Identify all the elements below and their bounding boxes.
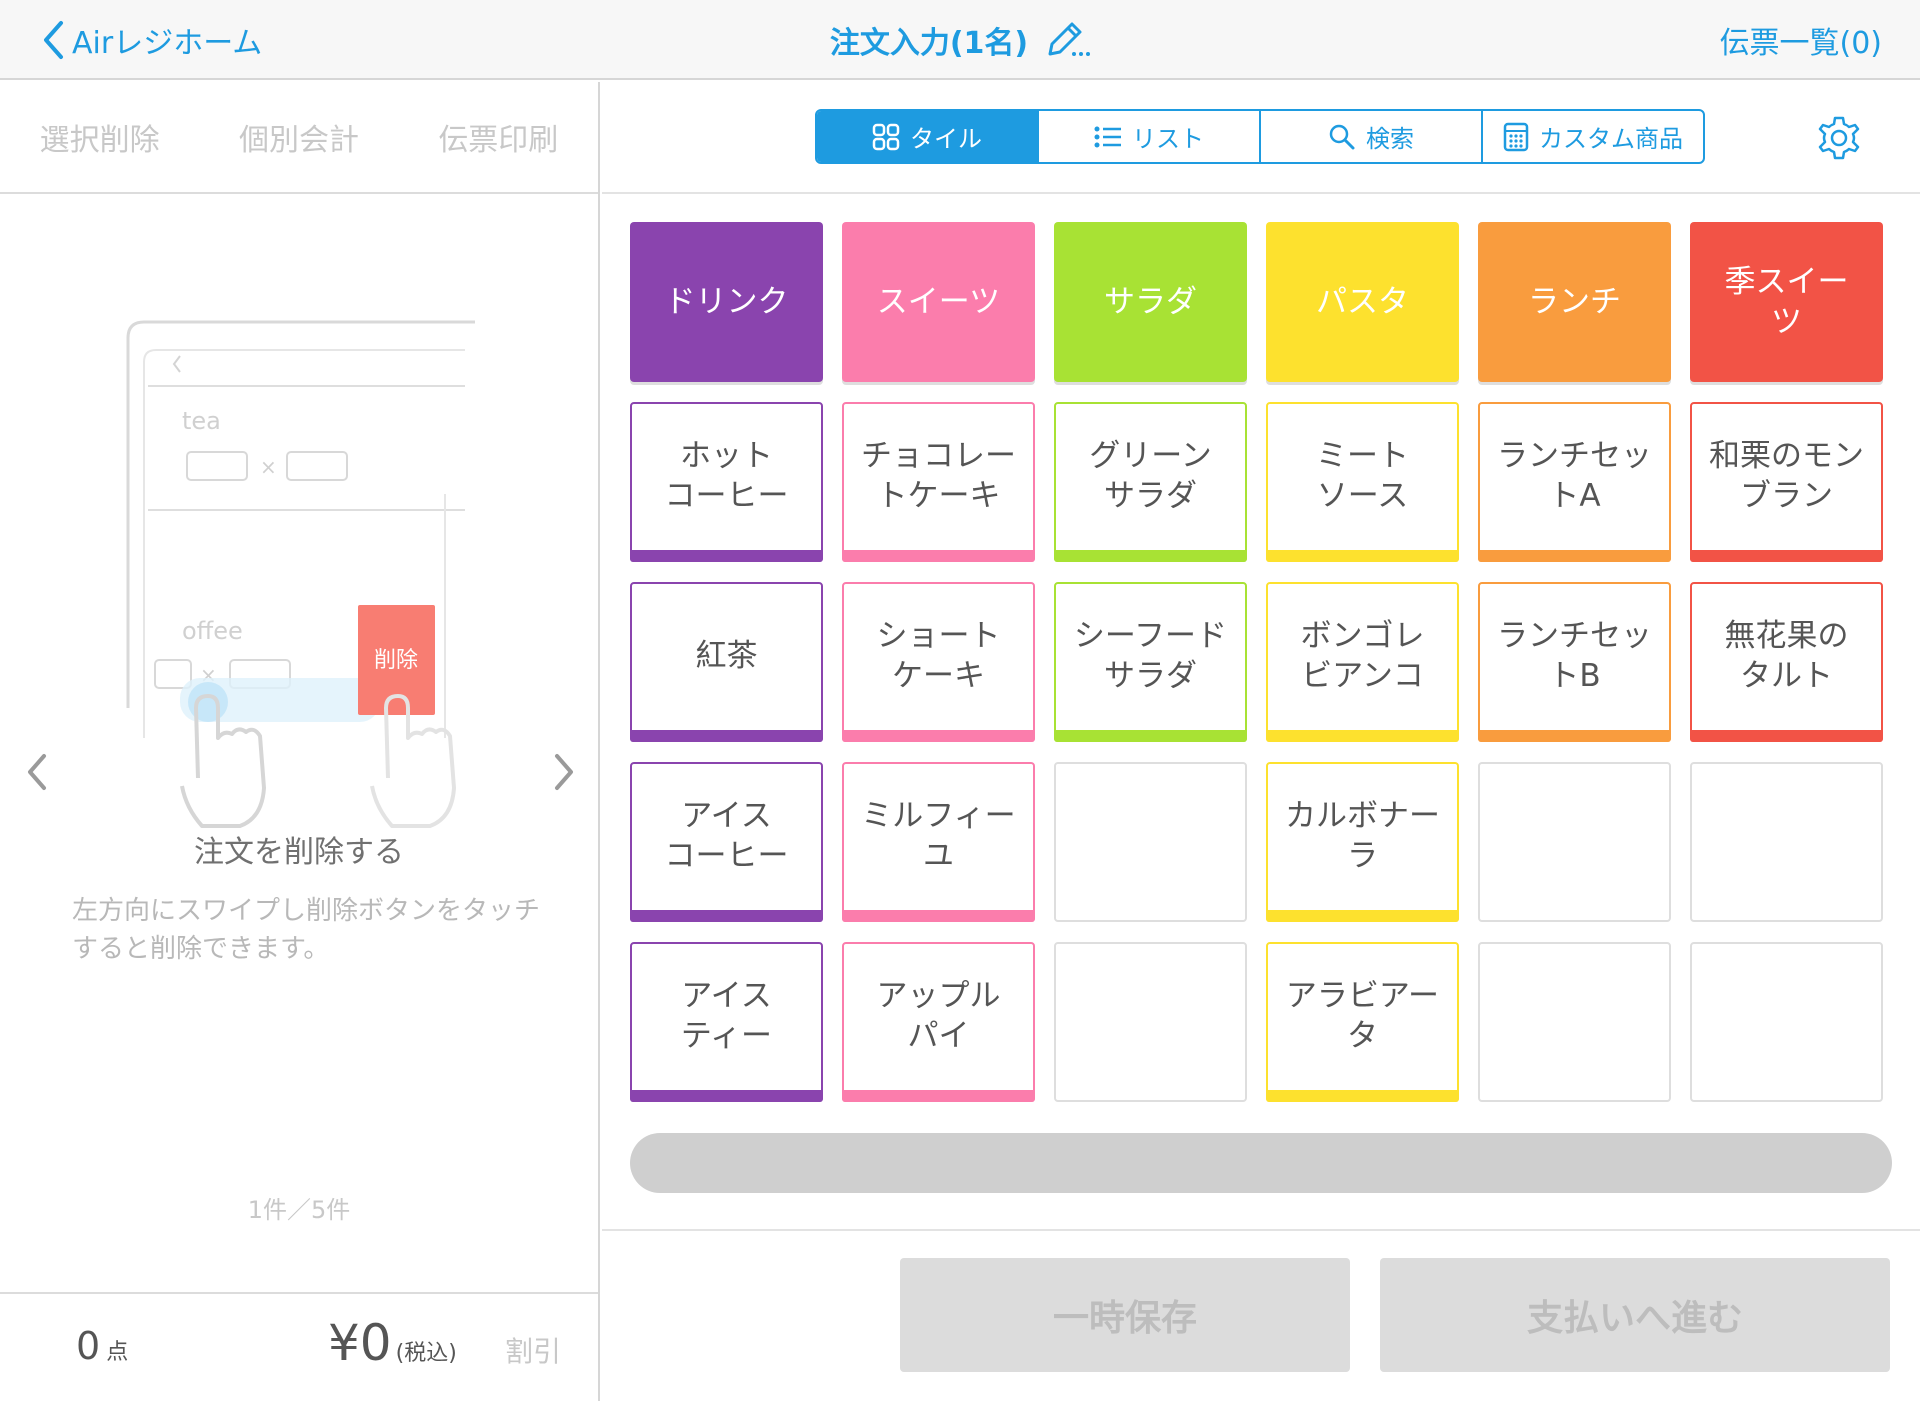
divider (602, 192, 1920, 194)
next-help-button[interactable] (545, 742, 585, 802)
product-tile-label: ホット コーヒー (664, 438, 789, 514)
category-tile-pasta[interactable]: パスタ (1266, 222, 1459, 382)
product-tile[interactable]: グリーン サラダ (1054, 402, 1247, 562)
product-tile-label: アラビアー タ (1285, 978, 1440, 1054)
empty-tile (1690, 942, 1883, 1102)
discount-button[interactable]: 割引 (505, 1330, 561, 1370)
product-tile[interactable]: ランチセッ トA (1478, 402, 1671, 562)
product-tile[interactable]: チョコレー トケーキ (842, 402, 1035, 562)
category-tile-seasonal-sweets[interactable]: 季スイー ツ (1690, 222, 1883, 382)
tab-search-label: 検索 (1366, 125, 1414, 153)
category-tile-sweets[interactable]: スイーツ (842, 222, 1035, 382)
total-amount: ¥0 (税込) (328, 1314, 457, 1372)
prev-help-button[interactable] (16, 742, 56, 802)
swipe-delete-illustration: tea × offee × 削除 (126, 320, 475, 828)
illus-row-coffee: offee (182, 617, 243, 645)
order-actions: 選択削除 個別会計 伝票印刷 (0, 82, 598, 194)
help-title: 注文を削除する (194, 835, 404, 870)
product-tile-label: アップル パイ (876, 978, 1001, 1054)
product-tile[interactable]: ショート ケーキ (842, 582, 1035, 742)
svg-text:×: × (260, 455, 277, 479)
product-tile-label: シーフード サラダ (1073, 618, 1228, 694)
category-tile-lunch[interactable]: ランチ (1478, 222, 1671, 382)
help-description: 左方向にスワイプし削除ボタンをタッチすると削除できます。 (72, 896, 541, 964)
calculator-icon (1503, 122, 1529, 151)
tab-tile[interactable]: タイル (817, 111, 1039, 162)
product-tile-label: ショート ケーキ (876, 618, 1001, 694)
product-tile[interactable]: アラビアー タ (1266, 942, 1459, 1102)
chevron-right-icon (555, 754, 573, 790)
product-tile[interactable]: ミルフィー ユ (842, 762, 1035, 922)
tile-scrollbar[interactable] (630, 1133, 1892, 1193)
gear-icon[interactable] (1815, 114, 1863, 162)
product-tile-label: ミルフィー ユ (861, 798, 1016, 874)
product-tile-label: グリーン サラダ (1089, 438, 1212, 514)
chevron-left-icon (28, 754, 46, 790)
product-tile-label: ボンゴレ ビアンコ (1300, 618, 1425, 694)
help-pager: 1件／5件 (247, 1196, 351, 1224)
tab-search[interactable]: 検索 (1261, 111, 1483, 162)
edit-pencil-icon[interactable] (1044, 18, 1091, 62)
product-tile[interactable]: ホット コーヒー (630, 402, 823, 562)
item-count: 0点 (76, 1324, 128, 1368)
product-tile[interactable]: ランチセッ トB (1478, 582, 1671, 742)
product-tile[interactable]: ボンゴレ ビアンコ (1266, 582, 1459, 742)
product-tile-label: ランチセッ トA (1497, 438, 1652, 514)
tab-list[interactable]: リスト (1039, 111, 1261, 162)
search-icon (1329, 124, 1355, 149)
tab-custom-product-label: カスタム商品 (1539, 125, 1683, 153)
empty-tile (1478, 762, 1671, 922)
product-tile[interactable]: アイス ティー (630, 942, 823, 1102)
illus-row-tea: tea (182, 407, 221, 435)
tab-list-label: リスト (1132, 125, 1204, 153)
top-bar: Airレジホーム 注文入力(1名) 伝票一覧(0) (0, 0, 1920, 80)
order-panel: 選択削除 個別会計 伝票印刷 tea × offee × 削除 注文を削除する … (0, 82, 600, 1401)
product-tile[interactable]: 和栗のモン ブラン (1690, 402, 1883, 562)
slip-list-button[interactable]: 伝票一覧(0) (1720, 18, 1883, 62)
view-mode-tabs: タイル リスト 検索 カスタム商品 (815, 109, 1705, 164)
product-tile[interactable]: 無花果の タルト (1690, 582, 1883, 742)
product-tile[interactable]: アイス コーヒー (630, 762, 823, 922)
product-tile-label: 紅茶 (695, 638, 758, 674)
product-tile-label: カルボナー ラ (1285, 798, 1440, 874)
proceed-to-payment-button[interactable]: 支払いへ進む (1380, 1258, 1890, 1372)
product-tile[interactable]: ミート ソース (1266, 402, 1459, 562)
product-tile-label: チョコレー トケーキ (861, 438, 1016, 514)
empty-tile (1054, 942, 1247, 1102)
product-tile[interactable]: シーフード サラダ (1054, 582, 1247, 742)
divider (602, 1229, 1920, 1231)
empty-tile (1054, 762, 1247, 922)
total-amount-value: ¥0 (328, 1314, 392, 1372)
product-tile[interactable]: アップル パイ (842, 942, 1035, 1102)
product-tile[interactable]: カルボナー ラ (1266, 762, 1459, 922)
category-tile-salad[interactable]: サラダ (1054, 222, 1247, 382)
title-area: 注文入力(1名) (0, 18, 1920, 62)
product-tile-label: アイス コーヒー (664, 798, 789, 874)
tab-custom-product[interactable]: カスタム商品 (1483, 111, 1703, 162)
page-title: 注文入力(1名) (829, 26, 1029, 61)
tab-tile-label: タイル (910, 125, 982, 153)
category-tile-drink[interactable]: ドリンク (630, 222, 823, 382)
tax-included-note: (税込) (395, 1341, 457, 1366)
empty-tile (1690, 762, 1883, 922)
order-totals: 0点 ¥0 (税込) 割引 (0, 1292, 598, 1401)
empty-tile (1478, 942, 1671, 1102)
product-tile-label: 和栗のモン ブラン (1709, 438, 1864, 514)
item-count-unit: 点 (106, 1340, 129, 1365)
product-tile-label: アイス ティー (680, 978, 773, 1054)
temp-save-button[interactable]: 一時保存 (900, 1258, 1350, 1372)
product-tile-label: ランチセッ トB (1497, 618, 1652, 694)
select-delete-button[interactable]: 選択削除 (40, 115, 160, 159)
illus-delete-label: 削除 (374, 648, 418, 673)
list-icon (1094, 126, 1121, 147)
grid-icon (872, 123, 900, 150)
item-count-value: 0 (76, 1324, 101, 1368)
print-slip-button[interactable]: 伝票印刷 (438, 115, 558, 159)
product-tile-label: ミート ソース (1316, 438, 1409, 514)
split-bill-button[interactable]: 個別会計 (239, 115, 359, 159)
product-tile-label: 無花果の タルト (1724, 618, 1849, 694)
product-tile[interactable]: 紅茶 (630, 582, 823, 742)
